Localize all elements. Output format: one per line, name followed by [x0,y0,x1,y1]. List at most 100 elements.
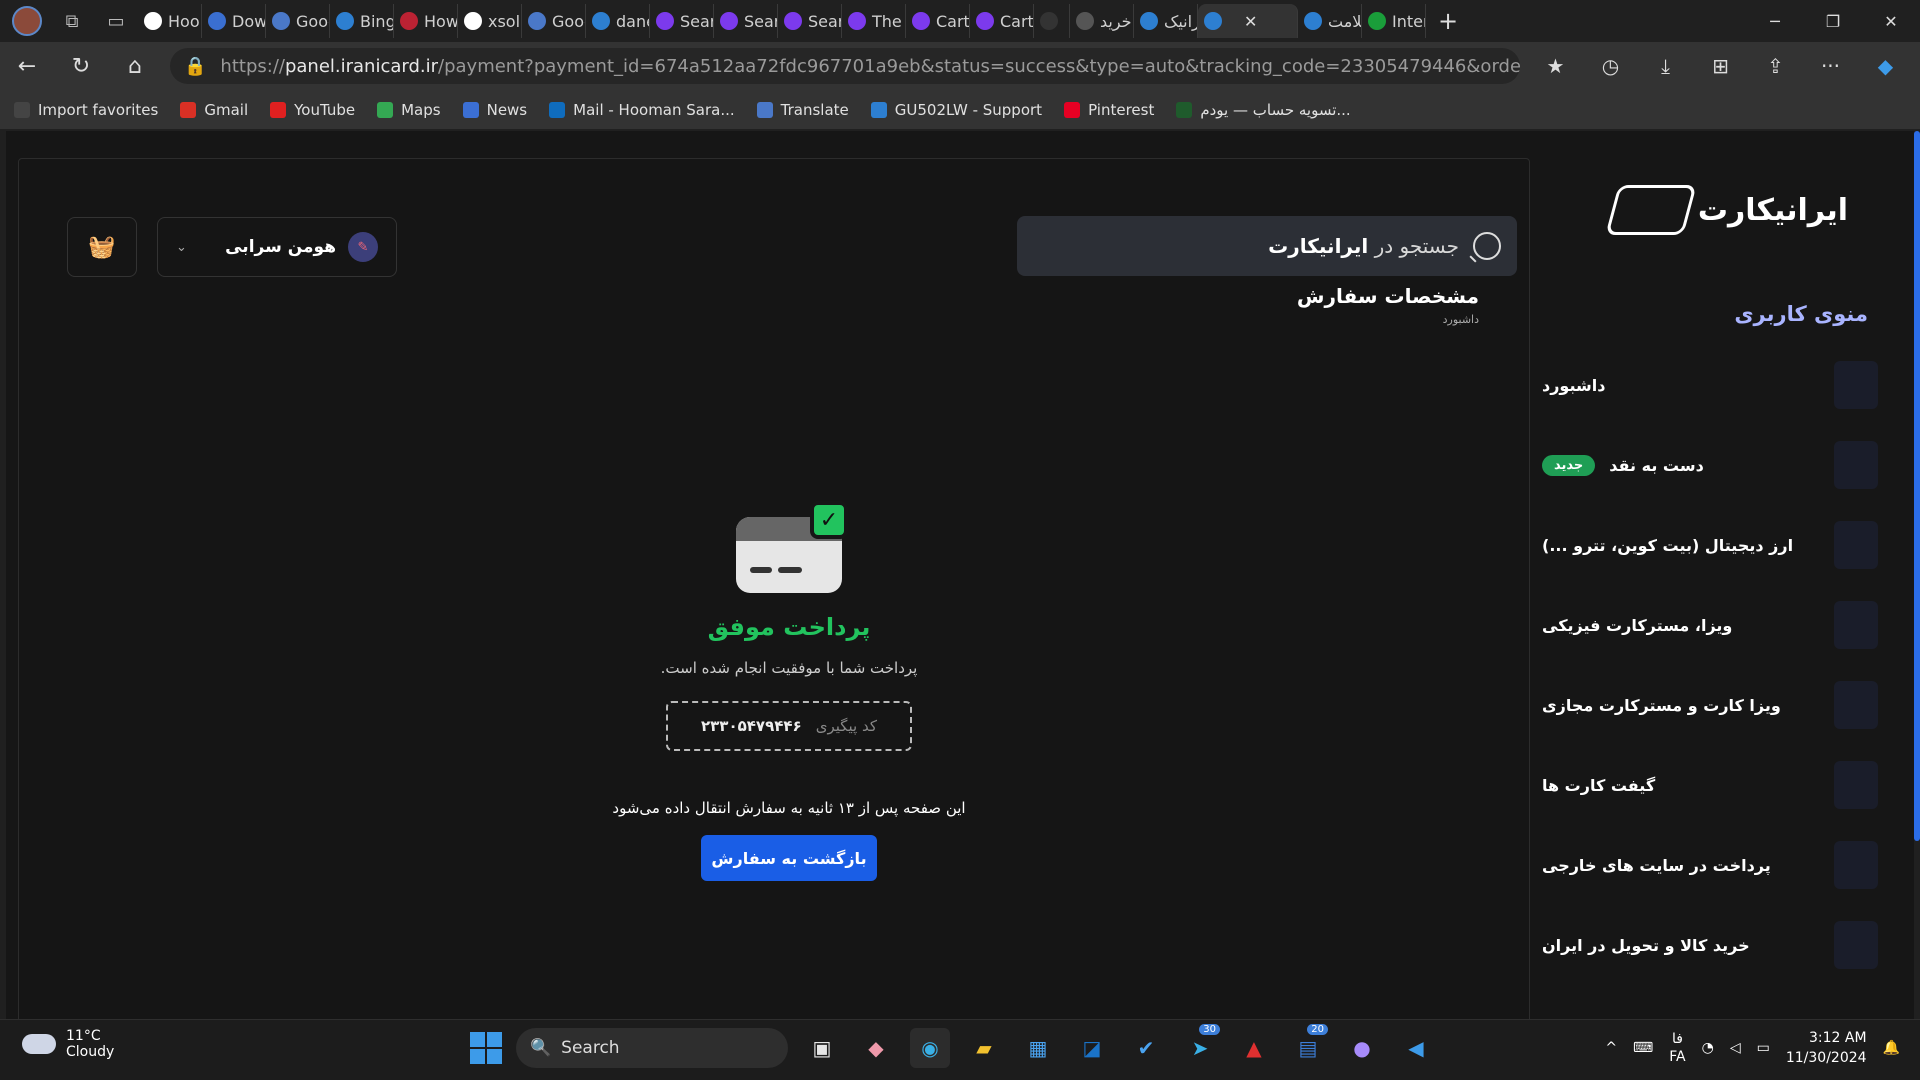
clock[interactable]: 3:12 AM 11/30/2024 [1786,1028,1867,1068]
bookmark-icon [180,101,197,118]
sidebar-menu-item[interactable]: پرداخت در سایت های خارجی [1542,825,1914,905]
browser-tab[interactable]: Searc [650,4,714,38]
outlook-icon[interactable]: ◪ [1072,1028,1112,1068]
browser-tab[interactable] [1034,4,1070,38]
cart-button[interactable]: 🧺 [67,217,137,277]
refresh-icon[interactable]: ↻ [54,42,108,90]
chevron-up-icon[interactable]: ^ [1605,1040,1617,1056]
browser-tab[interactable]: How [394,4,458,38]
bookmark-item[interactable]: Gmail [180,101,248,119]
clock-time: 3:12 AM [1809,1030,1867,1046]
sidebar-menu-item[interactable]: داشبورد [1542,345,1914,425]
telegram-icon[interactable]: ➤ 30 [1180,1024,1220,1068]
copilot-app-icon[interactable]: ◆ [856,1028,896,1068]
browser-tab[interactable]: Cart | [906,4,970,38]
share-icon[interactable]: ⇪ [1748,42,1803,90]
user-menu[interactable]: ✎ هومن سرابی ⌄ [157,217,397,277]
sidebar-menu-item[interactable]: ویزا، مسترکارت فیزیکی [1542,585,1914,665]
browser-tab[interactable]: Searc [778,4,842,38]
browser-tab[interactable]: Goog [522,4,586,38]
page-scrollbar[interactable] [1914,131,1920,841]
profile-avatar[interactable] [12,6,42,36]
battery-icon[interactable]: ▭ [1757,1040,1770,1056]
sidebar-menu-item[interactable]: خرید کالا و تحویل در ایران [1542,905,1914,985]
close-tab-icon[interactable]: ✕ [1244,12,1257,31]
browser-tab[interactable]: Searc [714,4,778,38]
file-explorer-icon[interactable]: ▰ [964,1028,1004,1068]
telegram-badge: 30 [1199,1024,1220,1035]
taskbar-search[interactable]: 🔍 Search [516,1028,788,1068]
downloads-icon[interactable]: ⤓ [1638,42,1693,90]
search-bar[interactable]: جستجو در ایرانیکارت [1017,216,1517,276]
tab-label: How [424,11,458,31]
language-indicator[interactable]: فا FA [1669,1030,1685,1066]
extensions-icon[interactable]: ⊞ [1693,42,1748,90]
task-view-icon[interactable]: ▣ [802,1028,842,1068]
lock-icon[interactable]: 🔒 [184,56,206,77]
bookmark-item[interactable]: Mail - Hooman Sara... [549,101,735,119]
browser-tab[interactable]: Intern [1362,4,1426,38]
history-icon[interactable]: ◷ [1583,42,1638,90]
site-logo[interactable]: ایرانیکارت [1605,185,1848,235]
browser-tab[interactable]: The ( [842,4,906,38]
teams-icon[interactable]: ▤ 20 [1288,1024,1328,1068]
bookmark-item[interactable]: GU502LW - Support [870,101,1042,119]
browser-tab[interactable]: Bing [330,4,394,38]
volume-icon[interactable]: ◁ [1730,1040,1741,1056]
bookmark-item[interactable]: News [462,101,527,119]
favorites-icon[interactable]: ★ [1528,42,1583,90]
back-icon[interactable]: ← [0,42,54,90]
vscode-icon[interactable]: ◀ [1396,1028,1436,1068]
tab-label: dane [616,11,649,31]
bookmark-item[interactable]: Translate [756,101,849,119]
search-placeholder: جستجو در ایرانیکارت [1268,234,1459,258]
copilot-icon[interactable]: ◆ [1858,42,1913,90]
weather-temp: 11°C [66,1028,101,1044]
browser-tab[interactable]: dane [586,4,650,38]
bookmark-item[interactable]: تسویه حساب — یودم... [1176,100,1351,119]
browser-tab[interactable]: علامت [1298,4,1362,38]
minimize-button[interactable]: ─ [1746,0,1804,42]
browser-tab[interactable]: Cart | [970,4,1034,38]
home-icon[interactable]: ⌂ [108,42,162,90]
close-window-button[interactable]: ✕ [1862,0,1920,42]
browser-tab[interactable]: ایرانیک [1134,4,1198,38]
maximize-button[interactable]: ❐ [1804,0,1862,42]
browser-tab[interactable]: xsol0 [458,4,522,38]
workspaces-icon[interactable]: ⧉ [50,0,94,42]
more-icon[interactable]: ··· [1803,42,1858,90]
bookmark-item[interactable]: Maps [377,101,441,119]
breadcrumb[interactable]: داشبورد [1443,313,1479,326]
github-icon[interactable]: ● [1342,1028,1382,1068]
vertical-tabs-icon[interactable]: ▭ [94,0,138,42]
notification-icon[interactable]: 🔔 [1883,1040,1900,1056]
sidebar-menu-item[interactable]: ویزا کارت و مسترکارت مجازی [1542,665,1914,745]
start-icon[interactable] [470,1032,502,1064]
new-tab-button[interactable]: + [1426,0,1470,42]
tab-label: Intern [1392,11,1425,31]
edge-icon[interactable]: ◉ [910,1028,950,1068]
browser-tab[interactable]: Goog [266,4,330,38]
browser-tab[interactable]: ✕ [1198,4,1298,38]
wifi-icon[interactable]: ◔ [1702,1040,1714,1056]
menu-title: منوی کاربری [1734,302,1868,326]
browser-tab[interactable]: Down [202,4,266,38]
weather-widget[interactable]: 11°C Cloudy [22,1028,114,1060]
check-app-icon[interactable]: ✔ [1126,1028,1166,1068]
back-to-order-button[interactable]: بازگشت به سفارش [701,835,877,881]
bookmark-item[interactable]: YouTube [270,101,355,119]
keyboard-icon[interactable]: ⌨ [1633,1040,1653,1056]
sidebar-menu-item[interactable]: دست به نقد جدید [1542,425,1914,505]
browser-tab[interactable]: Hoon [138,4,202,38]
bookmark-label: تسویه حساب — یودم... [1200,100,1351,119]
status-title: پرداخت موفق [707,613,871,641]
sidebar-menu-item[interactable]: گیفت کارت ها [1542,745,1914,825]
browser-tab[interactable]: خرید [1070,4,1134,38]
bookmark-item[interactable]: Pinterest [1064,101,1154,119]
bookmark-item[interactable]: Import favorites [14,101,158,119]
tab-favicon-icon [144,12,162,30]
sidebar-menu-item[interactable]: ارز دیجیتال (بیت کوین، تترو ...) [1542,505,1914,585]
acrobat-icon[interactable]: ▲ [1234,1028,1274,1068]
url-field[interactable]: 🔒 https://panel.iranicard.ir/payment?pay… [170,48,1520,84]
store-icon[interactable]: ▦ [1018,1028,1058,1068]
